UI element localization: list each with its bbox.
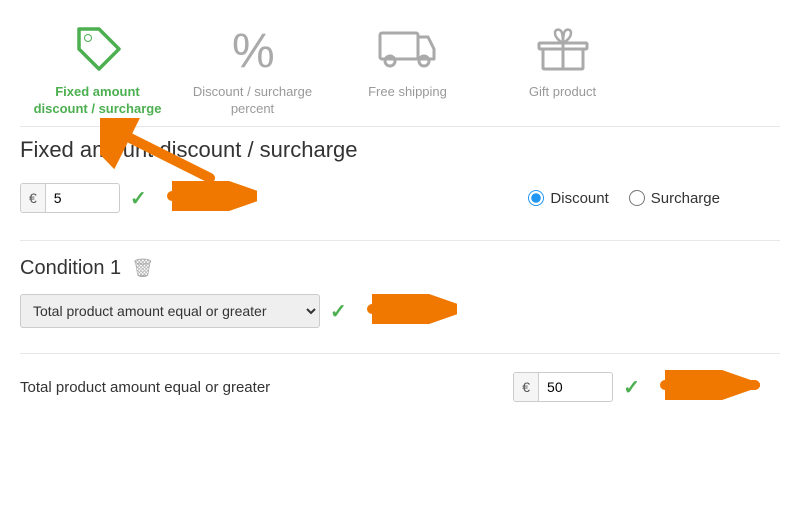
amount-prefix: € <box>21 184 46 212</box>
radio-surcharge[interactable] <box>629 190 645 206</box>
amount-input[interactable] <box>46 184 106 212</box>
bottom-right: € ✓ <box>513 370 760 405</box>
bottom-amount-container: € <box>513 372 613 402</box>
radio-discount-label[interactable]: Discount <box>528 190 608 207</box>
bottom-amount-prefix: € <box>514 373 539 401</box>
main-content: Fixed amount discount / surcharge € ✓ <box>0 137 800 405</box>
icon-row: Fixed amount discount / surcharge % Disc… <box>0 0 800 126</box>
bottom-check-icon: ✓ <box>623 375 640 400</box>
truck-icon <box>378 18 438 78</box>
condition-check-icon: ✓ <box>330 299 347 324</box>
surcharge-label-text: Surcharge <box>651 190 720 207</box>
radio-surcharge-label[interactable]: Surcharge <box>629 190 720 207</box>
icon-free-shipping[interactable]: Free shipping <box>330 10 485 109</box>
discount-label-text: Discount <box>550 190 608 207</box>
bottom-amount-input[interactable] <box>539 373 599 401</box>
radio-group: Discount Surcharge <box>528 190 720 207</box>
icon-discount-percent[interactable]: % Discount / surcharge percent <box>175 10 330 126</box>
amount-input-container: € <box>20 183 120 213</box>
icon-gift-product[interactable]: Gift product <box>485 10 640 109</box>
arrow-to-amount <box>157 181 257 216</box>
condition-select[interactable]: Total product amount equal or greater To… <box>20 294 320 328</box>
condition-row: Total product amount equal or greater To… <box>20 294 780 329</box>
gift-icon <box>533 18 593 78</box>
trash-icon[interactable]: 🗑 <box>131 258 154 279</box>
amount-check-icon: ✓ <box>130 186 147 211</box>
percent-icon: % <box>223 18 283 78</box>
icon-fixed-amount[interactable]: Fixed amount discount / surcharge <box>20 10 175 126</box>
bottom-label: Total product amount equal or greater <box>20 379 513 396</box>
amount-row: € ✓ Discount <box>20 181 780 216</box>
svg-text:%: % <box>232 25 275 75</box>
section-title: Fixed amount discount / surcharge <box>20 137 780 163</box>
icon-discount-percent-label: Discount / surcharge percent <box>185 84 320 118</box>
icon-fixed-amount-label: Fixed amount discount / surcharge <box>30 84 165 118</box>
icon-gift-product-label: Gift product <box>529 84 596 101</box>
arrow-to-bottom-amount <box>650 370 760 405</box>
tag-icon <box>68 18 128 78</box>
bottom-row: Total product amount equal or greater € … <box>20 370 780 405</box>
arrow-to-select <box>357 294 457 329</box>
icon-free-shipping-label: Free shipping <box>368 84 447 101</box>
radio-discount[interactable] <box>528 190 544 206</box>
condition-header: Condition 1 🗑 <box>20 257 780 280</box>
condition-title: Condition 1 <box>20 257 121 280</box>
page-wrapper: Fixed amount discount / surcharge % Disc… <box>0 0 800 532</box>
